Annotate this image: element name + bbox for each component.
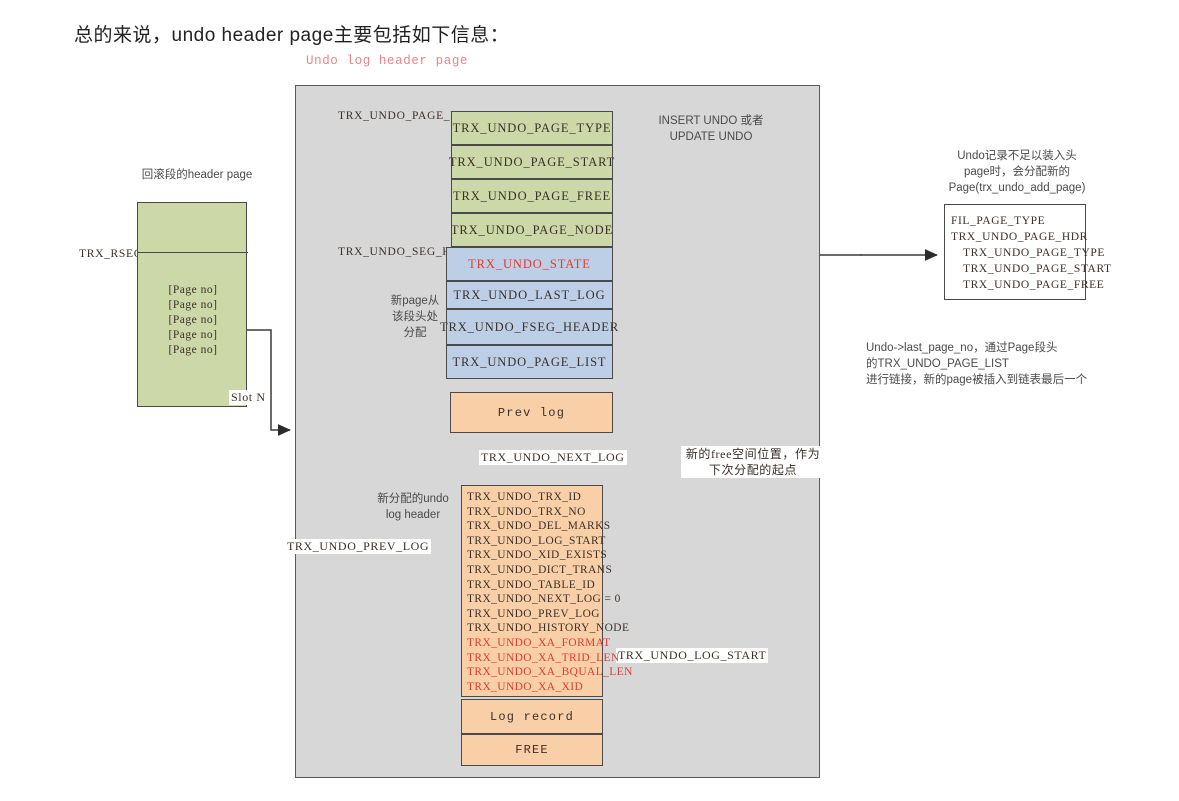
- undo-log-header-field: TRX_UNDO_TRX_NO: [467, 505, 586, 518]
- undo-log-header-field: TRX_UNDO_XA_XID: [467, 680, 584, 693]
- field-trx-undo-state: TRX_UNDO_STATE: [446, 247, 613, 281]
- rseg-divider: [138, 252, 248, 254]
- undo-log-header-field: TRX_UNDO_DICT_TRANS: [467, 563, 613, 576]
- undo-log-header-field: TRX_UNDO_HISTORY_NODE: [467, 622, 630, 635]
- undo-log-header-field: TRX_UNDO_XA_BQUAL_LEN: [467, 666, 633, 679]
- prev-log-box: Prev log: [450, 392, 613, 433]
- undo-log-header-field: TRX_UNDO_TABLE_ID: [467, 578, 596, 591]
- new-undo-page-box: FIL_PAGE_TYPE TRX_UNDO_PAGE_HDR TRX_UNDO_P…: [944, 204, 1112, 300]
- edge-label-log-start: TRX_UNDO_LOG_START: [616, 648, 769, 663]
- field-trx-undo-page-start: TRX_UNDO_PAGE_START: [449, 145, 614, 179]
- new-page-field: TRX_UNDO_PAGE_TYPE: [963, 247, 1105, 259]
- undo-log-header-field: TRX_UNDO_XID_EXISTS: [467, 549, 608, 562]
- undo-log-header-field: TRX_UNDO_DEL_MARKS: [467, 520, 611, 533]
- new-page-field: TRX_UNDO_PAGE_FREE: [963, 279, 1105, 291]
- new-page-field: TRX_UNDO_PAGE_START: [963, 263, 1112, 275]
- rseg-page-no-list: [Page no] [Page no] [Page no] [Page no] [Pag…: [138, 283, 248, 358]
- undo-log-header-field: TRX_UNDO_XA_TRID_LEN: [467, 651, 620, 664]
- undo-log-header-field: TRX_UNDO_TRX_ID: [467, 491, 582, 503]
- rseg-page-no-entry: [Page no]: [168, 329, 218, 341]
- undo-log-header-field: TRX_UNDO_PREV_LOG: [467, 607, 600, 620]
- field-trx-undo-last-log: TRX_UNDO_LAST_LOG: [446, 281, 613, 309]
- field-trx-undo-page-node: TRX_UNDO_PAGE_NODE: [451, 213, 613, 247]
- new-page-alloc-explain: Undo记录不足以装入头 page时，会分配新的 Page(trx_undo_a…: [948, 150, 1086, 194]
- edge-label-prev-log: TRX_UNDO_PREV_LOG: [285, 539, 432, 554]
- rseg-title: 回滚段的header page: [141, 169, 253, 181]
- edge-label-next-log: TRX_UNDO_NEXT_LOG: [479, 450, 627, 465]
- undo-log-header-fields-box: TRX_UNDO_TRX_ID TRX_UNDO_TRX_NO TRX_UNDO_D…: [461, 485, 633, 697]
- rseg-page-no-entry: [Page no]: [168, 284, 218, 296]
- field-trx-undo-page-type: TRX_UNDO_PAGE_TYPE: [451, 111, 613, 145]
- undo-type-note: INSERT UNDO 或者 UPDATE UNDO: [658, 115, 764, 143]
- undo-log-header-field: TRX_UNDO_XA_FORMAT: [467, 636, 611, 649]
- page-list-link-note: Undo->last_page_no，通过Page段头 的TRX_UNDO_PA…: [866, 342, 1088, 386]
- trx-rseg-label: TRX_RSEG: [79, 248, 143, 260]
- rseg-page-no-entry: [Page no]: [168, 344, 218, 356]
- rollback-segment-page-box: [Page no] [Page no] [Page no] [Page no] [Pag…: [137, 202, 248, 407]
- rseg-page-no-entry: [Page no]: [168, 299, 218, 311]
- rseg-page-no-entry: [Page no]: [168, 314, 218, 326]
- log-record-box: Log record: [461, 699, 603, 734]
- edge-label-free-space: 新的free空间位置，作为 下次分配的起点: [681, 446, 825, 478]
- slot-n-label: Slot N: [229, 390, 268, 405]
- new-page-field: FIL_PAGE_TYPE: [951, 215, 1046, 227]
- field-trx-undo-page-free: TRX_UNDO_PAGE_FREE: [451, 179, 613, 213]
- undo-log-header-field: TRX_UNDO_NEXT_LOG = 0: [467, 593, 621, 606]
- new-log-header-note: 新分配的undo log header: [377, 493, 449, 521]
- field-trx-undo-page-list: TRX_UNDO_PAGE_LIST: [446, 345, 613, 379]
- field-trx-undo-fseg-header: TRX_UNDO_FSEG_HEADER: [440, 309, 618, 345]
- new-page-field: TRX_UNDO_PAGE_HDR: [951, 231, 1088, 243]
- free-box: FREE: [461, 734, 603, 766]
- undo-log-header-field: TRX_UNDO_LOG_START: [467, 534, 606, 547]
